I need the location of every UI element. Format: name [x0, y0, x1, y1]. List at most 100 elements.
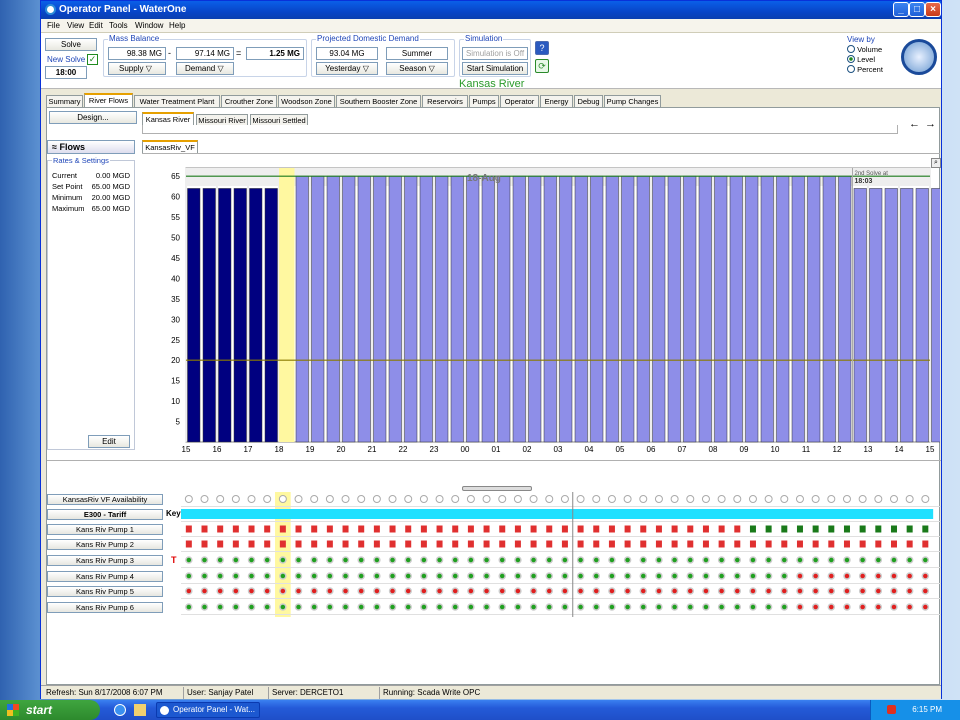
y-tick-label: 55	[171, 213, 180, 222]
row-label-pump-2[interactable]: Kans Riv Pump 2	[47, 539, 163, 550]
simulation-title: Simulation	[464, 34, 504, 43]
maximize-button[interactable]: □	[909, 2, 925, 17]
help-icon[interactable]: ?	[535, 41, 549, 55]
percent-label: Percent	[857, 65, 883, 74]
tab-woodson-zone[interactable]: Woodson Zone	[278, 95, 335, 107]
new-solve-label: New Solve	[47, 55, 86, 64]
maximum-value: 65.00 MGD	[91, 204, 130, 213]
flow-bar	[745, 175, 759, 443]
row-label-availability[interactable]: KansasRiv VF Availability	[47, 494, 163, 505]
projected-demand-group: Projected Domestic Demand 93.04 MG Summe…	[311, 34, 455, 77]
menu-edit[interactable]: Edit	[89, 21, 103, 30]
tariff-bar	[181, 509, 934, 519]
menu-view[interactable]: View	[67, 21, 84, 30]
flow-bar	[822, 175, 836, 443]
pump-status-dot	[749, 603, 757, 611]
pump-1-off-marker	[311, 525, 318, 533]
start-button[interactable]: start	[0, 700, 100, 720]
availability-marker	[827, 495, 836, 503]
pump-2-off-marker	[217, 540, 224, 548]
tab-southern-booster-zone[interactable]: Southern Booster Zone	[336, 95, 421, 107]
supply-button[interactable]: Supply ▽	[108, 62, 166, 75]
pump-2-off-marker	[436, 540, 443, 548]
pump-status-dot	[326, 556, 334, 564]
row-label-pump-1[interactable]: Kans Riv Pump 1	[47, 524, 163, 535]
pump-status-dot	[373, 556, 381, 564]
chart-tab-kansasriv-vf[interactable]: KansasRiv_VF	[142, 140, 198, 153]
availability-marker	[388, 495, 397, 503]
menu-help[interactable]: Help	[169, 21, 185, 30]
pump-status-dot	[529, 603, 538, 611]
tab-pump-changes[interactable]: Pump Changes	[604, 95, 661, 107]
tab-summary[interactable]: Summary	[46, 95, 83, 107]
app-icon	[160, 706, 169, 715]
row-label-pump-3[interactable]: Kans Riv Pump 3	[47, 555, 163, 566]
pump-status-dot	[341, 587, 350, 595]
availability-marker	[654, 495, 663, 503]
flow-bar	[698, 175, 712, 443]
tab-water-treatment-plant[interactable]: Water Treatment Plant	[134, 95, 220, 107]
demand-label: Demand	[185, 64, 216, 73]
availability-marker	[184, 495, 193, 503]
subtab-missouri-settled[interactable]: Missouri Settled	[250, 114, 308, 125]
tab-pumps[interactable]: Pumps	[469, 95, 499, 107]
row-label-pump-5[interactable]: Kans Riv Pump 5	[47, 586, 163, 597]
pump-status-dot	[780, 587, 789, 595]
new-solve-checkbox[interactable]: ✓	[87, 54, 98, 65]
availability-marker	[639, 495, 648, 503]
view-by-percent[interactable]: Percent	[847, 65, 883, 74]
edit-button[interactable]: Edit	[88, 435, 130, 448]
tab-debug[interactable]: Debug	[574, 95, 603, 107]
key-label: Key	[166, 509, 181, 518]
season-label: Season	[399, 64, 427, 73]
refresh-icon[interactable]: ⟳	[535, 59, 549, 73]
pump-1-off-marker	[514, 525, 521, 533]
tab-river-flows[interactable]: River Flows	[84, 93, 133, 107]
back-arrow-icon[interactable]: ←	[909, 118, 920, 130]
view-by-volume[interactable]: Volume	[847, 45, 882, 54]
pump-status-dot	[921, 556, 930, 564]
tab-reservoirs[interactable]: Reservoirs	[422, 95, 468, 107]
ie-icon[interactable]	[114, 704, 126, 716]
location-title: Kansas River	[459, 78, 525, 90]
pump-status-dot	[498, 572, 506, 580]
menu-window[interactable]: Window	[135, 21, 163, 30]
flows-header[interactable]: ≈ Flows	[47, 140, 135, 154]
title-bar[interactable]: Operator Panel - WaterOne _ □ ×	[41, 1, 941, 19]
pump-1-off-marker	[499, 525, 506, 533]
view-by-level[interactable]: Level	[847, 55, 875, 64]
close-button[interactable]: ×	[925, 2, 941, 17]
pump-status-dot	[686, 587, 695, 595]
filter-icon: ▽	[145, 64, 152, 73]
minimize-button[interactable]: _	[893, 2, 909, 17]
zoom-icon[interactable]: ⌕	[931, 158, 941, 168]
tray-alert-icon[interactable]	[887, 705, 896, 714]
season-button[interactable]: Season ▽	[386, 62, 448, 75]
yesterday-button[interactable]: Yesterday ▽	[316, 62, 378, 75]
tab-energy[interactable]: Energy	[540, 95, 573, 107]
subtab-missouri-river[interactable]: Missouri River	[196, 114, 248, 125]
flow-bar	[295, 175, 309, 443]
subtab-kansas-river[interactable]: Kansas River	[142, 112, 194, 125]
app-icon	[45, 4, 56, 15]
tab-operator[interactable]: Operator	[500, 95, 539, 107]
menu-file[interactable]: File	[47, 21, 60, 30]
menu-tools[interactable]: Tools	[109, 21, 128, 30]
current-value: 0.00 MGD	[95, 171, 130, 180]
forward-arrow-icon[interactable]: →	[925, 118, 936, 130]
solve-button[interactable]: Solve	[45, 38, 97, 51]
row-label-tariff[interactable]: E300 - Tariff	[47, 509, 163, 520]
start-simulation-button[interactable]: Start Simulation	[462, 62, 528, 75]
running-status: Running: Scada Write OPC	[379, 687, 480, 699]
pump-status-dot	[780, 556, 789, 564]
row-label-pump-6[interactable]: Kans Riv Pump 6	[47, 602, 163, 613]
tab-crouther-zone[interactable]: Crouther Zone	[221, 95, 277, 107]
pump-status-dot	[185, 556, 193, 564]
design-button[interactable]: Design...	[49, 111, 137, 124]
splitter-handle[interactable]	[462, 486, 532, 491]
pump-status-dot	[467, 572, 475, 580]
demand-button[interactable]: Demand ▽	[176, 62, 234, 75]
taskbar-app-button[interactable]: Operator Panel - Wat...	[156, 702, 260, 718]
row-label-pump-4[interactable]: Kans Riv Pump 4	[47, 571, 163, 582]
folder-icon[interactable]	[134, 704, 146, 716]
